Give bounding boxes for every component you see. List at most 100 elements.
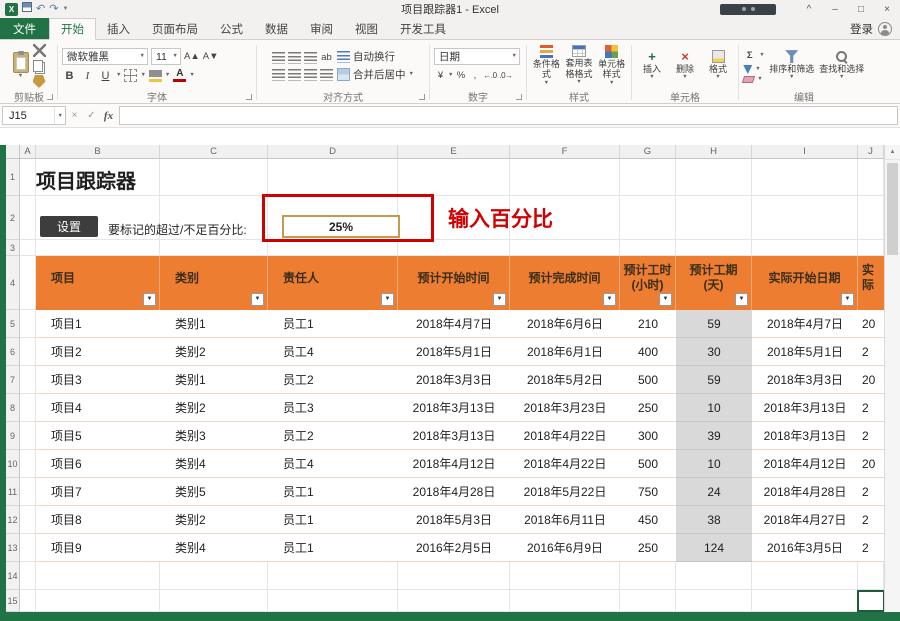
row-header-8[interactable]: 8 <box>6 394 20 422</box>
comma-style-button[interactable]: , <box>468 68 481 83</box>
cell-G9[interactable]: 300 <box>620 422 676 450</box>
table-header-cell-6[interactable]: 预计工期 (天)▼ <box>676 256 752 310</box>
table-header-cell-7[interactable]: 实际开始日期▼ <box>752 256 858 310</box>
conditional-formatting-button[interactable]: 条件格式 ▼ <box>531 44 562 88</box>
cell-E8[interactable]: 2018年3月13日 <box>398 394 510 422</box>
column-header-A[interactable]: A <box>20 145 36 159</box>
indent-icon[interactable] <box>320 69 333 81</box>
row-header-9[interactable]: 9 <box>6 422 20 450</box>
cell-G7[interactable]: 500 <box>620 366 676 394</box>
save-button[interactable] <box>22 2 32 16</box>
filter-button[interactable]: ▼ <box>603 293 616 306</box>
cell-C7[interactable]: 类别1 <box>160 366 268 394</box>
format-painter-icon[interactable] <box>33 75 46 88</box>
cell-F10[interactable]: 2018年4月22日 <box>510 450 620 478</box>
cell-B7[interactable]: 项目3 <box>36 366 160 394</box>
increase-font-button[interactable]: A▲ <box>184 49 200 64</box>
align-middle-icon[interactable] <box>288 52 301 64</box>
cell-F8[interactable]: 2018年3月23日 <box>510 394 620 422</box>
column-header-F[interactable]: F <box>510 145 620 159</box>
minimize-button[interactable]: – <box>822 0 848 18</box>
cell-J12[interactable]: 2 <box>858 506 884 534</box>
row-header-10[interactable]: 10 <box>6 450 20 478</box>
cell-D8[interactable]: 员工3 <box>268 394 398 422</box>
table-header-cell-3[interactable]: 预计开始时间▼ <box>398 256 510 310</box>
cell-F12[interactable]: 2018年6月11日 <box>510 506 620 534</box>
cell-C8[interactable]: 类别2 <box>160 394 268 422</box>
cell-J6[interactable]: 2 <box>858 338 884 366</box>
cell-E10[interactable]: 2018年4月12日 <box>398 450 510 478</box>
cell-B9[interactable]: 项目5 <box>36 422 160 450</box>
borders-button[interactable] <box>124 69 137 82</box>
filter-button[interactable]: ▼ <box>493 293 506 306</box>
cell-H8[interactable]: 10 <box>676 394 752 422</box>
ribbon-tab-7[interactable]: 视图 <box>344 18 389 39</box>
cell-F5[interactable]: 2018年6月6日 <box>510 310 620 338</box>
cell-B10[interactable]: 项目6 <box>36 450 160 478</box>
cell-B12[interactable]: 项目8 <box>36 506 160 534</box>
cell-H9[interactable]: 39 <box>676 422 752 450</box>
cell-H10[interactable]: 10 <box>676 450 752 478</box>
cell-C9[interactable]: 类别3 <box>160 422 268 450</box>
cell-J11[interactable]: 2 <box>858 478 884 506</box>
cell-B11[interactable]: 项目7 <box>36 478 160 506</box>
column-header-J[interactable]: J <box>858 145 884 159</box>
table-header-cell-8[interactable]: 实际 <box>858 256 884 310</box>
row-header-15[interactable]: 15 <box>6 590 20 612</box>
row-header-4[interactable]: 4 <box>6 256 20 310</box>
increase-decimal-button[interactable]: ←.0 <box>482 68 497 83</box>
signin-button[interactable]: 登录 <box>850 18 900 39</box>
clear-icon[interactable] <box>742 76 755 83</box>
row-header-6[interactable]: 6 <box>6 338 20 366</box>
cell-E6[interactable]: 2018年5月1日 <box>398 338 510 366</box>
cell-E5[interactable]: 2018年4月7日 <box>398 310 510 338</box>
cell-G10[interactable]: 500 <box>620 450 676 478</box>
cell-H7[interactable]: 59 <box>676 366 752 394</box>
cell-D9[interactable]: 员工2 <box>268 422 398 450</box>
cell-C10[interactable]: 类别4 <box>160 450 268 478</box>
cell-J8[interactable]: 2 <box>858 394 884 422</box>
cell-H11[interactable]: 24 <box>676 478 752 506</box>
row-header-1[interactable]: 1 <box>6 159 20 196</box>
cell-J7[interactable]: 20 <box>858 366 884 394</box>
cell-D5[interactable]: 员工1 <box>268 310 398 338</box>
align-center-icon[interactable] <box>288 69 301 81</box>
qat-customize-button[interactable]: ▼ <box>62 3 68 16</box>
row-header-11[interactable]: 11 <box>6 478 20 506</box>
cell-F6[interactable]: 2018年6月1日 <box>510 338 620 366</box>
filter-button[interactable]: ▼ <box>381 293 394 306</box>
cell-J10[interactable]: 20 <box>858 450 884 478</box>
column-header-I[interactable]: I <box>752 145 858 159</box>
column-header-B[interactable]: B <box>36 145 160 159</box>
filter-button[interactable]: ▼ <box>143 293 156 306</box>
vertical-scrollbar[interactable]: ▲ <box>884 145 900 612</box>
cell-C13[interactable]: 类别4 <box>160 534 268 562</box>
cell-B8[interactable]: 项目4 <box>36 394 160 422</box>
dialog-launcher-icon[interactable] <box>47 94 53 100</box>
cell-I12[interactable]: 2018年4月27日 <box>752 506 858 534</box>
cell-B6[interactable]: 项目2 <box>36 338 160 366</box>
table-header-cell-5[interactable]: 预计工时 (小时)▼ <box>620 256 676 310</box>
cell-H6[interactable]: 30 <box>676 338 752 366</box>
settings-button[interactable]: 设置 <box>40 216 98 237</box>
scroll-up-icon[interactable]: ▲ <box>885 145 900 160</box>
cell-H13[interactable]: 124 <box>676 534 752 562</box>
orientation-button[interactable]: ab <box>320 50 333 65</box>
dropdown-icon[interactable]: ▼ <box>54 107 63 124</box>
column-header-H[interactable]: H <box>676 145 752 159</box>
align-top-icon[interactable] <box>272 52 285 64</box>
cell-C6[interactable]: 类别2 <box>160 338 268 366</box>
name-box[interactable]: J15 ▼ <box>2 106 66 125</box>
ribbon-tab-4[interactable]: 公式 <box>209 18 254 39</box>
bold-button[interactable]: B <box>62 68 77 83</box>
cancel-icon[interactable]: × <box>66 110 83 121</box>
row-header-13[interactable]: 13 <box>6 534 20 562</box>
cell-D6[interactable]: 员工4 <box>268 338 398 366</box>
delete-cells-button[interactable]: × 删除 ▼ <box>670 44 701 88</box>
filter-button[interactable]: ▼ <box>735 293 748 306</box>
enter-icon[interactable]: ✓ <box>83 110 100 121</box>
formula-input[interactable] <box>119 106 898 125</box>
dialog-launcher-icon[interactable] <box>419 94 425 100</box>
cell-F9[interactable]: 2018年4月22日 <box>510 422 620 450</box>
cell-E7[interactable]: 2018年3月3日 <box>398 366 510 394</box>
